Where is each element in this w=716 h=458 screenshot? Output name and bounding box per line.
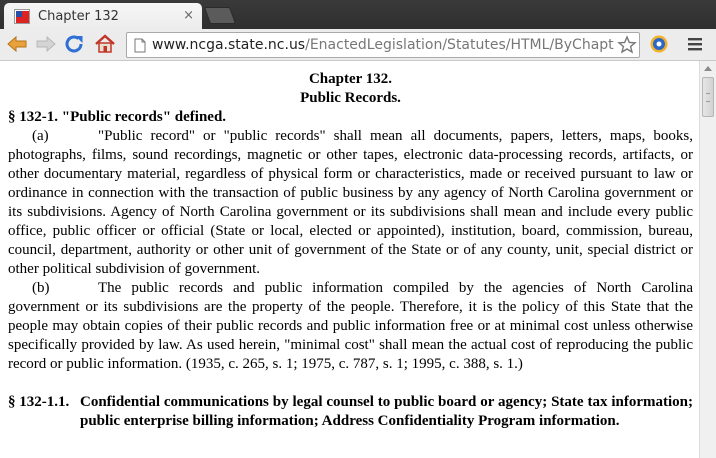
section-heading-2: § 132-1.1. Confidential communications by… <box>8 393 693 431</box>
subsection-a-text: "Public record" or "public records" shal… <box>8 128 693 277</box>
tab-strip: Chapter 132 × <box>0 0 716 29</box>
subsection-b-text: The public records and public informatio… <box>8 280 693 372</box>
page-content: Chapter 132. Public Records. § 132-1. "P… <box>0 61 699 458</box>
section-2-number: § 132-1.1. <box>8 394 70 410</box>
url-text[interactable]: www.ncga.state.nc.us/EnactedLegislation/… <box>152 37 614 53</box>
url-host: www.ncga.state.nc.us <box>152 37 306 53</box>
browser-toolbar: www.ncga.state.nc.us/EnactedLegislation/… <box>0 29 716 61</box>
forward-icon[interactable] <box>34 33 58 55</box>
page-favicon-icon <box>14 9 30 24</box>
tab-close-icon[interactable]: × <box>183 8 194 23</box>
chapter-name: Public Records. <box>300 90 401 106</box>
new-tab-button[interactable] <box>203 7 237 24</box>
scrollbar-thumb[interactable] <box>702 77 714 117</box>
subsection-a: (a) "Public record" or "public records" s… <box>8 127 693 279</box>
menu-icon[interactable] <box>686 35 704 53</box>
statute-document: Chapter 132. Public Records. § 132-1. "P… <box>8 70 693 431</box>
section-heading: § 132-1. "Public records" defined. <box>8 109 227 125</box>
subsection-b: (b) The public records and public informa… <box>8 279 693 374</box>
home-icon[interactable] <box>93 33 117 55</box>
reload-icon[interactable] <box>63 33 87 55</box>
subsection-a-label: (a) <box>32 128 49 144</box>
url-path: /EnactedLegislation/Statutes/HTML/ByChap… <box>305 37 614 53</box>
scroll-up-arrow-icon[interactable] <box>704 66 712 71</box>
extension-icon[interactable] <box>649 34 669 54</box>
star-icon[interactable] <box>617 35 637 55</box>
tab-title: Chapter 132 <box>38 9 119 24</box>
subsection-b-label: (b) <box>32 280 50 296</box>
chapter-number: Chapter 132. <box>308 71 393 87</box>
section-2-title: Confidential communications by legal cou… <box>80 394 693 429</box>
tab-active[interactable]: Chapter 132 × <box>4 3 202 29</box>
vertical-scrollbar[interactable] <box>699 61 716 458</box>
back-icon[interactable] <box>5 33 29 55</box>
page-icon <box>134 38 146 53</box>
address-bar[interactable]: www.ncga.state.nc.us/EnactedLegislation/… <box>126 32 640 58</box>
